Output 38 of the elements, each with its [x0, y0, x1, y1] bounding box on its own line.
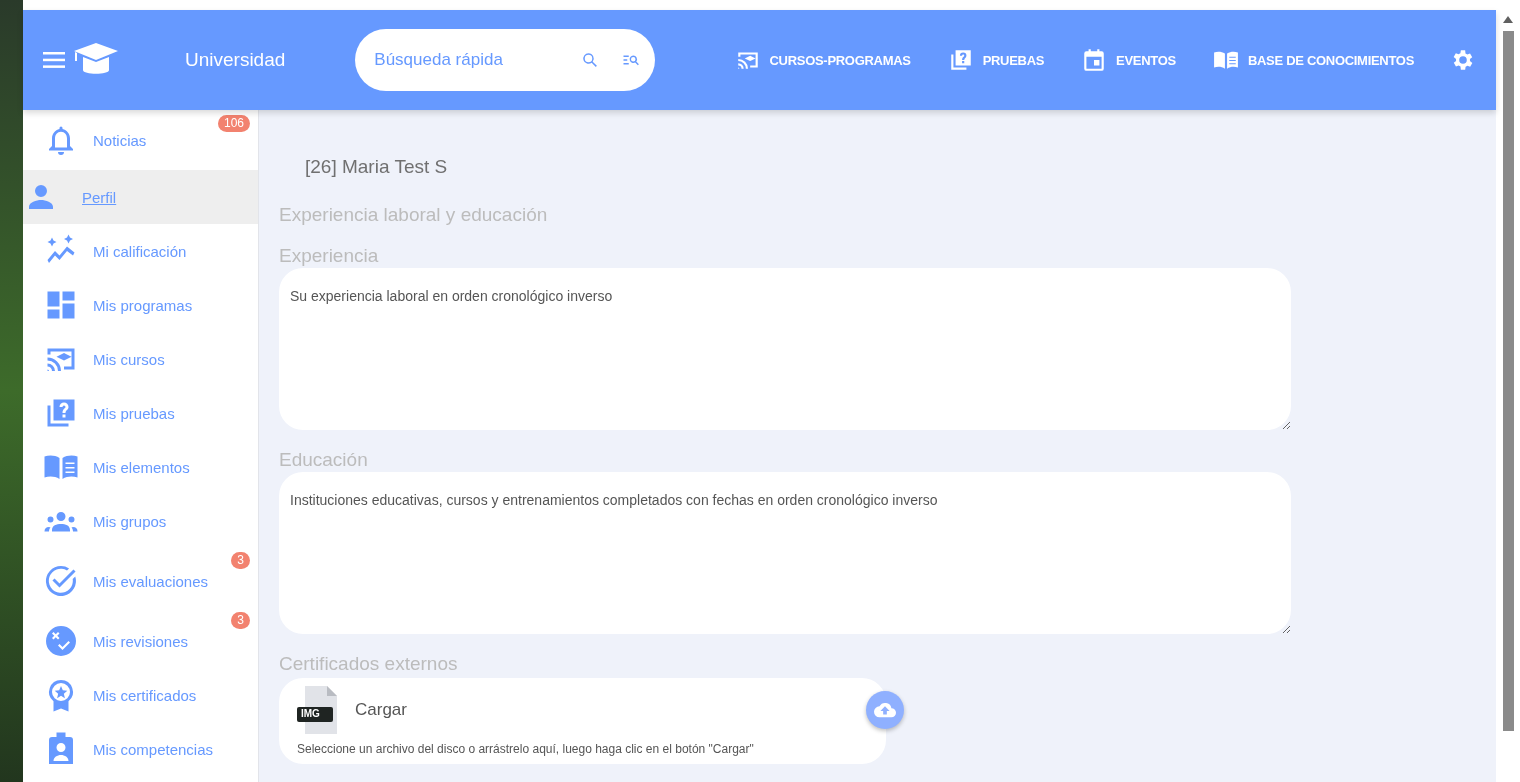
count-badge: 3: [231, 612, 250, 629]
scrollbar-thumb[interactable]: [1502, 31, 1514, 731]
nav-link[interactable]: CURSOS-PROGRAMAS: [733, 47, 911, 73]
text-area[interactable]: Instituciones educativas, cursos y entrenamientos completados con fechas en orden cronológico inverso: [279, 472, 1291, 634]
sidebar-item[interactable]: Mis revisiones 3: [23, 608, 258, 668]
cloud-upload-icon: [874, 702, 896, 718]
search-field[interactable]: Búsqueda rápida: [372, 49, 560, 71]
sidebar-item[interactable]: Mis competencias: [23, 722, 258, 776]
sidebar-item[interactable]: Perfil: [23, 170, 258, 224]
upload-hint: Seleccione un archivo del disco o arrástrelo aquí, luego haga clic en el botón "Cargar": [297, 742, 755, 756]
field-label: Certificados externos: [279, 652, 459, 676]
user-title: [26] Maria Test S: [305, 156, 449, 178]
sidebar-item[interactable]: Mis programas: [23, 278, 258, 332]
menu-icon: [43, 52, 65, 68]
app-title: Universidad: [185, 49, 286, 71]
field-label: Experiencia: [279, 244, 380, 268]
upload-button[interactable]: [866, 691, 904, 729]
nav-link[interactable]: PRUEBAS: [946, 47, 1045, 73]
nav-link[interactable]: BASE DE CONOCIMIENTOS: [1211, 47, 1414, 73]
sidebar-item[interactable]: Mis evaluaciones 3: [23, 548, 258, 608]
count-badge: 106: [217, 115, 250, 132]
sidebar-item[interactable]: Mis pruebas: [23, 386, 258, 440]
upload-label: Cargar: [355, 700, 407, 720]
section-title: Experiencia laboral y educación: [279, 204, 549, 226]
sidebar-item[interactable]: Noticias 106: [23, 110, 258, 170]
text-area[interactable]: Su experiencia laboral en orden cronológico inverso: [279, 268, 1291, 430]
search-icon[interactable]: [581, 51, 600, 69]
sidebar-item[interactable]: Mis cursos: [23, 332, 258, 386]
field-label: Educación: [279, 448, 369, 472]
sidebar-item[interactable]: Mis grupos: [23, 494, 258, 548]
nav-link[interactable]: EVENTOS: [1080, 47, 1176, 73]
menu-button[interactable]: [43, 52, 65, 68]
sidebar-item[interactable]: Mi calificación: [23, 224, 258, 278]
sidebar-item[interactable]: Mis certificados: [23, 668, 258, 722]
count-badge: 3: [231, 552, 250, 569]
scroll-up-icon[interactable]: [1503, 16, 1513, 23]
sidebar-item[interactable]: Mis elementos: [23, 440, 258, 494]
file-type-label: IMG: [301, 708, 320, 719]
